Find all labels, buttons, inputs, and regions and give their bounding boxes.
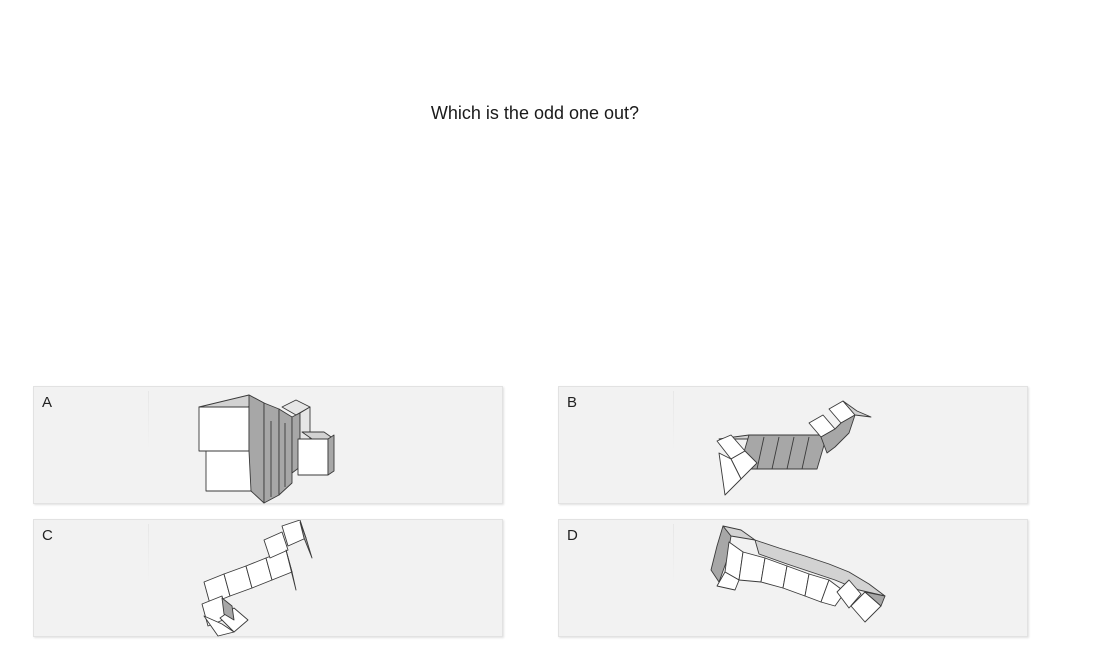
cube-structure-b-figure	[716, 400, 872, 496]
question-text: Which is the odd one out?	[430, 103, 640, 123]
option-b-card[interactable]: B	[558, 386, 1028, 504]
cube-structure-d-figure	[710, 525, 886, 623]
option-d-card[interactable]: D	[558, 519, 1028, 637]
cube-structure-c-figure	[201, 520, 313, 637]
cube-structure-a-figure	[198, 394, 335, 504]
option-c-card[interactable]: C	[33, 519, 503, 637]
option-a-card[interactable]: A	[33, 386, 503, 504]
